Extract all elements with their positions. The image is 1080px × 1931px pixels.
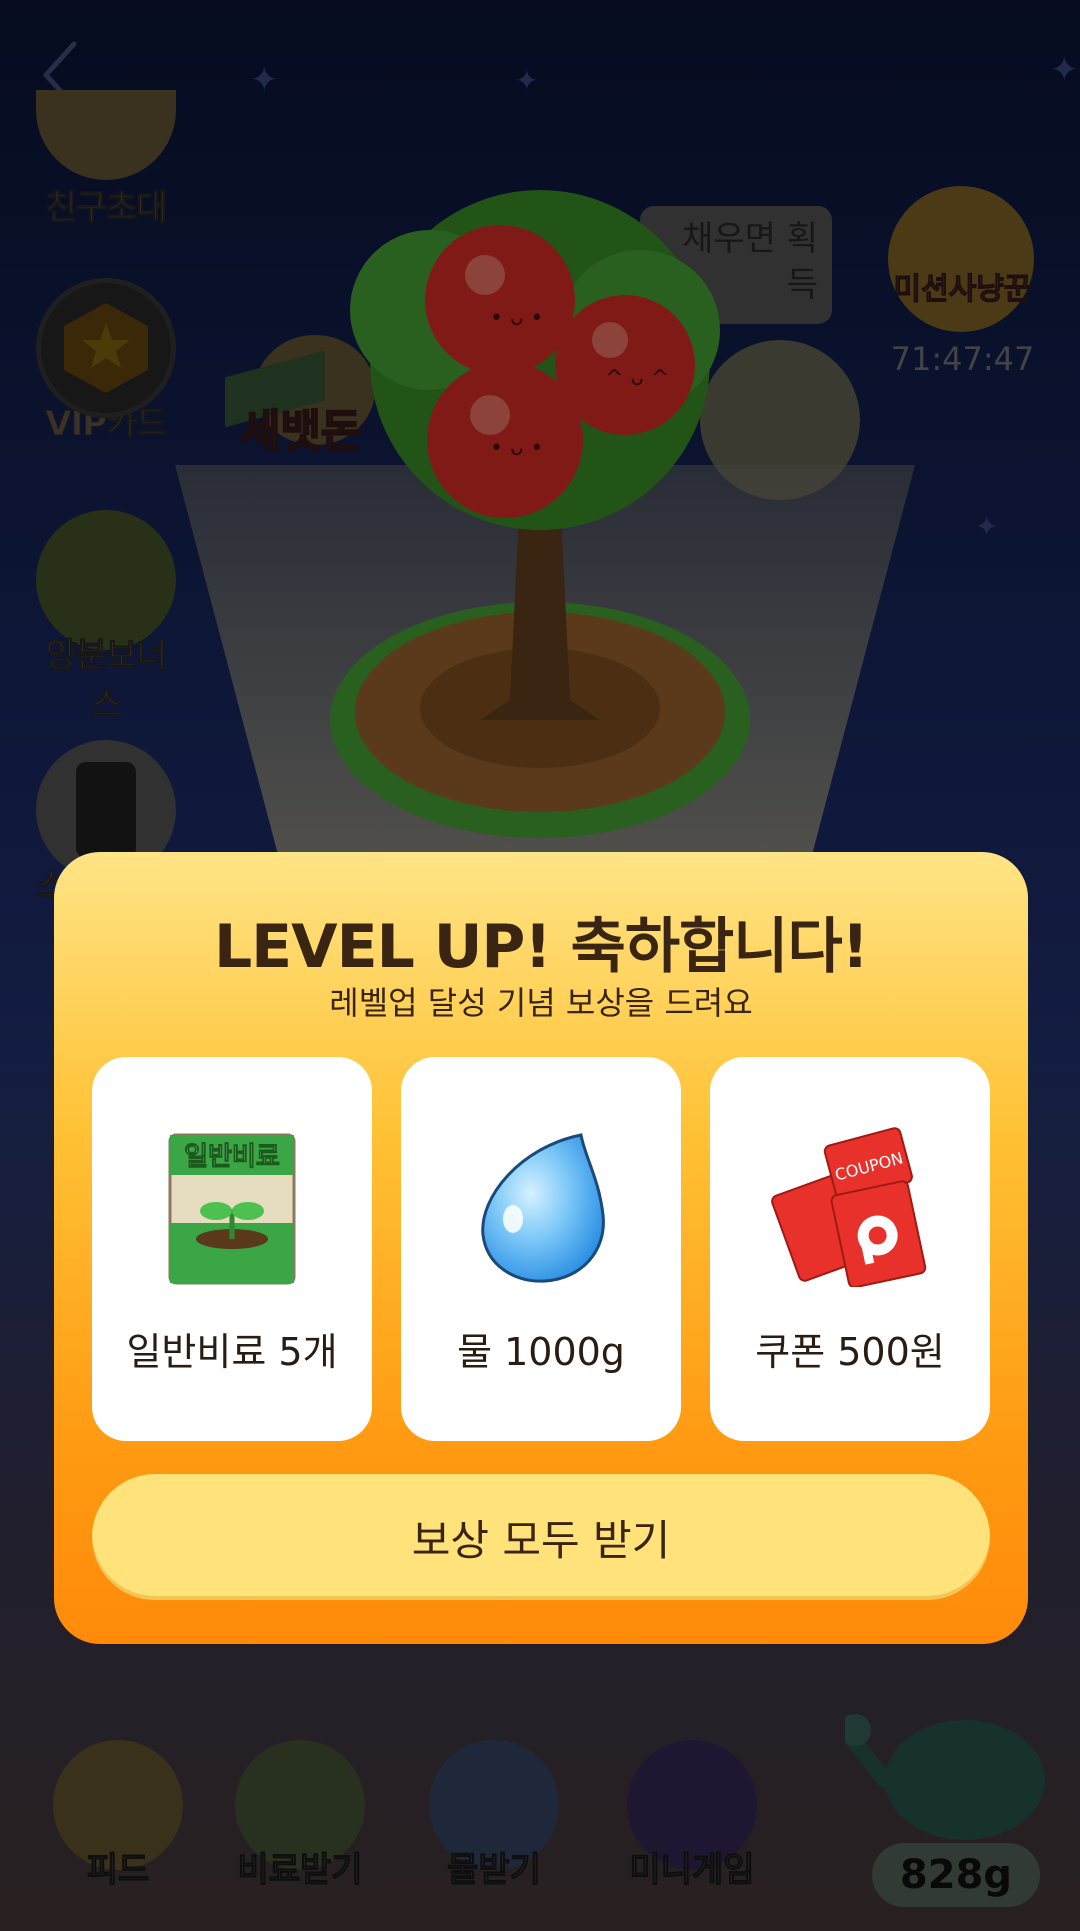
- reward-card-coupon: COUPON 쿠폰 500원: [710, 1057, 990, 1441]
- coupon-icon: COUPON: [771, 1127, 927, 1287]
- modal-title: LEVEL UP! 축하합니다!: [213, 912, 869, 982]
- reward-label: 물 1000g: [457, 1330, 625, 1374]
- reward-label: 일반비료 5개: [126, 1330, 338, 1374]
- fertilizer-bag-icon: 일반비료: [168, 1133, 296, 1285]
- reward-card-fertilizer: 일반비료 일반비료 5개: [92, 1057, 372, 1441]
- level-up-modal: LEVEL UP! 축하합니다! 레벨업 달성 기념 보상을 드려요 일반비료 …: [54, 852, 1028, 1644]
- modal-subtitle: 레벨업 달성 기념 보상을 드려요: [329, 984, 753, 1022]
- reward-label: 쿠폰 500원: [755, 1330, 945, 1374]
- water-drop-icon: [481, 1133, 605, 1283]
- reward-card-water: 물 1000g: [401, 1057, 681, 1441]
- fertilizer-bag-text: 일반비료: [184, 1142, 280, 1172]
- claim-all-rewards-button[interactable]: 보상 모두 받기: [92, 1474, 990, 1600]
